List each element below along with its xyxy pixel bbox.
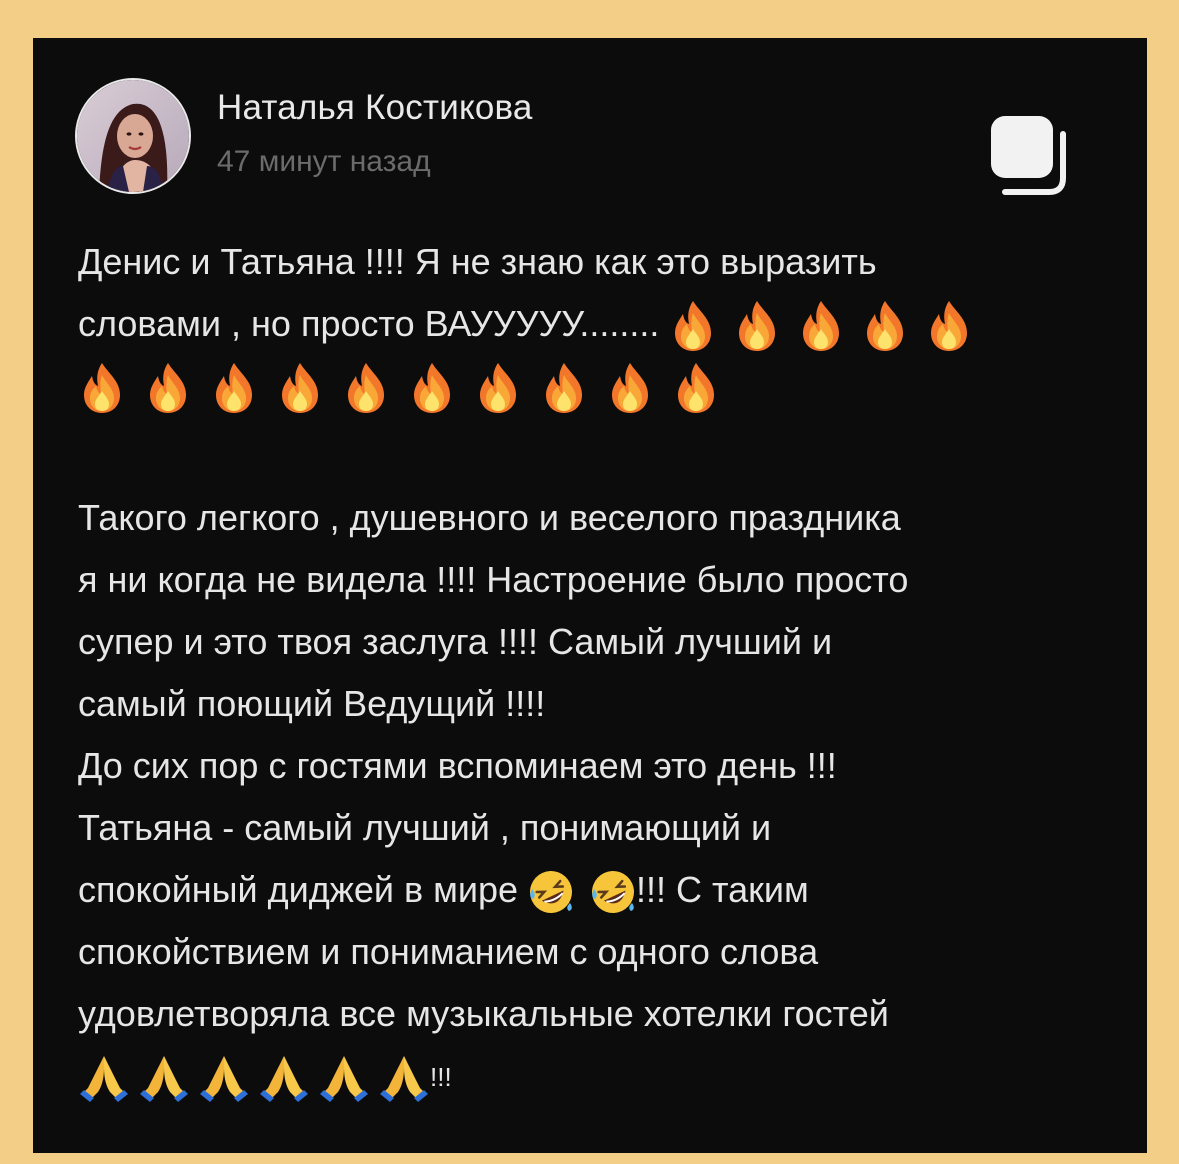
post-text-line: самый поющий Ведущий !!!!	[78, 683, 546, 724]
post-text: !!! С таким	[636, 869, 809, 910]
author-name[interactable]: Наталья Костикова	[217, 88, 533, 128]
post-text-line: я ни когда не видела !!!! Настроение был…	[78, 559, 909, 600]
post-text-line: !!!	[78, 1045, 1133, 1107]
folded-hands-emoji-icon	[80, 1056, 128, 1103]
fire-emoji-row	[78, 361, 720, 415]
fire-emoji-icon	[414, 363, 450, 414]
folded-hands-emoji-icon	[380, 1056, 428, 1103]
post-body: Денис и Татьяна !!!! Я не знаю как это в…	[78, 231, 1133, 1107]
laughing-emoji-icon	[530, 871, 573, 914]
folded-hands-emoji-icon	[320, 1056, 368, 1103]
post-text-line: удовлетворяла все музыкальные хотелки го…	[78, 993, 889, 1034]
fire-emoji-icon	[931, 301, 968, 352]
post-text-line: До сих пор с гостями вспоминаем это день…	[78, 745, 837, 786]
fire-emoji-icon	[216, 363, 252, 414]
folded-hands-emoji-icon	[200, 1056, 248, 1103]
fire-emoji-icon	[480, 363, 516, 414]
post-text-line: спокойствием и пониманием с одного слова	[78, 931, 819, 972]
fire-emoji-icon	[803, 301, 840, 352]
fire-emoji-icon	[348, 363, 384, 414]
folded-hands-emoji-icon	[260, 1056, 308, 1103]
laughing-emoji-icon	[592, 871, 635, 914]
fire-emoji-icon	[739, 301, 776, 352]
fire-emoji-icon	[84, 363, 120, 414]
post-text: !!!	[430, 1062, 452, 1092]
post-text-line: словами , но просто ВАУУУУУ........	[78, 293, 1133, 355]
post-text-line: супер и это твоя заслуга !!!! Самый лучш…	[78, 621, 833, 662]
post-text-line: спокойный диджей в мире !!! С таким	[78, 859, 1133, 921]
post-text-line: Татьяна - самый лучший , понимающий и	[78, 807, 772, 848]
fire-emoji-row	[669, 299, 973, 353]
avatar-photo	[77, 80, 189, 192]
post-timestamp: 47 минут назад	[217, 145, 431, 178]
avatar[interactable]	[75, 78, 191, 194]
post-text: словами , но просто ВАУУУУУ........	[78, 303, 660, 344]
fire-emoji-icon	[675, 301, 712, 352]
fire-emoji-icon	[150, 363, 186, 414]
fire-emoji-icon	[678, 363, 714, 414]
folded-hands-emoji-icon	[140, 1056, 188, 1103]
fire-emoji-icon	[282, 363, 318, 414]
post-card: Наталья Костикова 47 минут назад Денис и…	[33, 38, 1147, 1153]
post-text-line: Денис и Татьяна !!!! Я не знаю как это в…	[78, 241, 877, 282]
laugh-emoji-row	[528, 869, 636, 915]
post-text-line	[78, 355, 1133, 417]
fire-emoji-icon	[546, 363, 582, 414]
pray-emoji-row	[78, 1054, 430, 1103]
fire-emoji-icon	[867, 301, 904, 352]
copy-icon[interactable]	[985, 112, 1071, 198]
fire-emoji-icon	[612, 363, 648, 414]
post-text-line: Такого легкого , душевного и веселого пр…	[78, 497, 901, 538]
post-text: спокойный диджей в мире	[78, 869, 529, 910]
